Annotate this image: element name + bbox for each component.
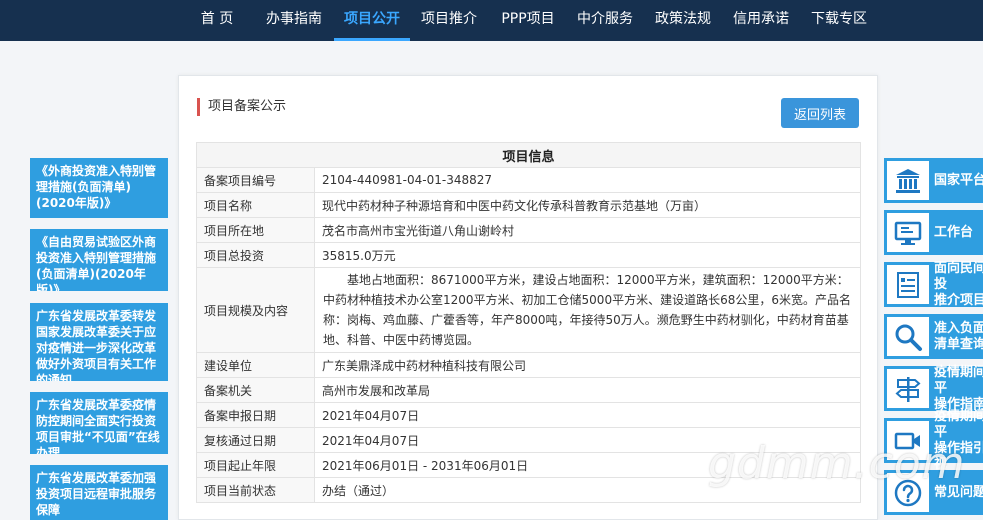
table-row: 项目所在地 茂名市高州市宝光街道八角山谢岭村 — [196, 217, 861, 243]
back-to-list-button[interactable]: 返回列表 — [781, 98, 859, 128]
right-link-workbench[interactable]: 工作台 — [884, 210, 983, 255]
nav-item-home[interactable]: 首 页 — [192, 0, 242, 41]
row-label: 项目总投资 — [196, 242, 315, 268]
table-row: 备案项目编号 2104-440981-04-01-348827 — [196, 167, 861, 193]
row-value: 高州市发展和改革局 — [314, 377, 861, 403]
right-link-label: 国家平台 — [934, 172, 983, 188]
nav-item-project-promotion[interactable]: 项目推介 — [416, 0, 482, 41]
left-link-remote-approval[interactable]: 广东省发展改革委加强投资项目远程审批服务保障 — [30, 465, 168, 520]
table-row: 项目规模及内容 基地占地面积：8671000平方米，建设占地面积：12000平方米… — [196, 267, 861, 353]
nav-item-download[interactable]: 下载专区 — [806, 0, 872, 41]
row-label: 项目当前状态 — [196, 477, 315, 503]
right-link-label: 疫情期间平 操作指南 — [934, 364, 983, 412]
right-link-epidemic-guide[interactable]: 疫情期间平 操作指南 — [884, 364, 983, 412]
nav-item-ppp[interactable]: PPP项目 — [496, 0, 560, 41]
row-label: 备案项目编号 — [196, 167, 315, 193]
row-label: 建设单位 — [196, 352, 315, 378]
table-row: 备案机关 高州市发展和改革局 — [196, 377, 861, 403]
monitor-icon — [887, 213, 929, 252]
row-value: 35815.0万元 — [314, 242, 861, 268]
nav-item-intermediary[interactable]: 中介服务 — [572, 0, 638, 41]
nav-item-project-public[interactable]: 项目公开 — [334, 0, 410, 41]
right-link-private-investment[interactable]: 面向民间投 推介项目 — [884, 260, 983, 308]
right-link-negative-list-query[interactable]: 准入负面 清单查询 — [884, 314, 983, 359]
signpost-icon — [887, 369, 929, 408]
row-value: 现代中药材种子种源培育和中医中药文化传承科普教育示范基地（万亩） — [314, 192, 861, 218]
right-link-national-platform[interactable]: 国家平台 — [884, 158, 983, 203]
table-header: 项目信息 — [196, 142, 861, 168]
row-value: 茂名市高州市宝光街道八角山谢岭村 — [314, 217, 861, 243]
table-row: 建设单位 广东美鼎泽成中药材种植科技有限公司 — [196, 352, 861, 378]
nav-item-policy[interactable]: 政策法规 — [650, 0, 716, 41]
nav-item-guide[interactable]: 办事指南 — [262, 0, 326, 41]
government-building-icon — [887, 161, 929, 200]
row-label: 复核通过日期 — [196, 427, 315, 453]
row-label: 备案机关 — [196, 377, 315, 403]
row-value: 2021年04月07日 — [314, 402, 861, 428]
table-row: 备案申报日期 2021年04月07日 — [196, 402, 861, 428]
row-label: 项目起止年限 — [196, 452, 315, 478]
row-label: 项目名称 — [196, 192, 315, 218]
watermark: gdmm.com — [708, 438, 966, 489]
top-nav: 首 页 办事指南 项目公开 项目推介 PPP项目 中介服务 政策法规 信用承诺 … — [0, 0, 983, 41]
nav-item-credit[interactable]: 信用承诺 — [728, 0, 794, 41]
table-row: 项目总投资 35815.0万元 — [196, 242, 861, 268]
left-link-negative-list-2020[interactable]: 《外商投资准入特别管理措施(负面清单)(2020年版)》 — [30, 158, 168, 218]
right-link-label: 工作台 — [934, 224, 974, 240]
magnifier-icon — [887, 317, 929, 356]
section-title: 项目备案公示 — [197, 98, 286, 116]
left-link-ftz-negative-list[interactable]: 《自由贸易试验区外商投资准入特别管理措施(负面清单)(2020年版)》 — [30, 229, 168, 291]
left-link-epidemic-reform-notice[interactable]: 广东省发展改革委转发国家发展改革委关于应对疫情进一步深化改革做好外资项目有关工作… — [30, 303, 168, 381]
row-label: 项目所在地 — [196, 217, 315, 243]
right-link-label: 面向民间投 推介项目 — [934, 260, 983, 308]
document-list-icon — [887, 265, 929, 304]
row-label: 备案申报日期 — [196, 402, 315, 428]
row-value: 2104-440981-04-01-348827 — [314, 167, 861, 193]
right-link-label: 准入负面 清单查询 — [934, 320, 983, 352]
row-value: 广东美鼎泽成中药材种植科技有限公司 — [314, 352, 861, 378]
left-link-online-approval[interactable]: 广东省发展改革委疫情防控期间全面实行投资项目审批“不见面”在线办理 — [30, 392, 168, 454]
row-value: 基地占地面积：8671000平方米，建设占地面积：12000平方米，建筑面积：1… — [314, 267, 861, 353]
table-row: 项目名称 现代中药材种子种源培育和中医中药文化传承科普教育示范基地（万亩） — [196, 192, 861, 218]
row-label: 项目规模及内容 — [196, 267, 315, 353]
